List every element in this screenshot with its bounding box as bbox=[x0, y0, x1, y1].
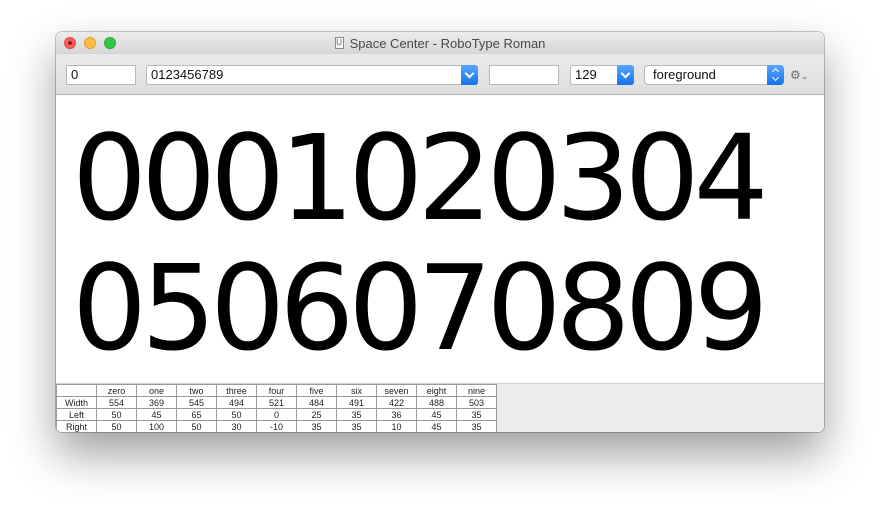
layer-popup-button[interactable] bbox=[767, 65, 784, 85]
metric-cell[interactable]: 100 bbox=[136, 420, 177, 432]
settings-menu[interactable]: ⚙⌄ bbox=[790, 66, 816, 84]
gear-icon: ⚙ bbox=[790, 68, 801, 82]
chevron-down-icon bbox=[464, 68, 475, 79]
space-center-window: U Space Center - RoboType Roman 0 012345… bbox=[56, 32, 824, 432]
size-combobox[interactable]: 129 bbox=[570, 65, 634, 85]
metrics-row-right: Right 50 100 50 30 -10 35 35 10 45 35 bbox=[56, 420, 497, 432]
size-dropdown-button[interactable] bbox=[617, 65, 634, 85]
metrics-table-area: zero one two three four five six seven e… bbox=[56, 383, 824, 432]
metrics-table: zero one two three four five six seven e… bbox=[56, 384, 497, 432]
metrics-row-left: Left 50 45 65 50 0 25 35 36 45 35 bbox=[56, 408, 497, 421]
chevron-down-icon bbox=[620, 68, 631, 79]
suffix-input[interactable] bbox=[489, 65, 559, 85]
metric-cell[interactable]: 45 bbox=[416, 408, 457, 421]
metric-cell[interactable]: 45 bbox=[136, 408, 177, 421]
metric-cell[interactable]: 10 bbox=[376, 420, 417, 432]
document-icon: U bbox=[334, 37, 344, 49]
metric-cell[interactable]: 521 bbox=[256, 396, 297, 409]
header-cell: four bbox=[256, 384, 297, 397]
window-title: Space Center - RoboType Roman bbox=[349, 35, 546, 51]
header-cell: eight bbox=[416, 384, 457, 397]
metric-cell[interactable]: 35 bbox=[296, 420, 337, 432]
metric-cell[interactable]: 494 bbox=[216, 396, 257, 409]
metric-cell[interactable]: 35 bbox=[336, 408, 377, 421]
text-combobox[interactable]: 0123456789 bbox=[146, 65, 478, 85]
window-title-wrap: U Space Center - RoboType Roman bbox=[56, 32, 824, 54]
metric-cell[interactable]: 554 bbox=[96, 396, 137, 409]
metric-cell[interactable]: 488 bbox=[416, 396, 457, 409]
metric-cell[interactable]: 45 bbox=[416, 420, 457, 432]
glyph-preview[interactable]: 0001020304 0506070809 bbox=[56, 95, 824, 383]
chevron-down-icon bbox=[771, 73, 780, 82]
preview-line-1: 0001020304 bbox=[72, 109, 769, 247]
header-cell: nine bbox=[456, 384, 497, 397]
metrics-header-row: zero one two three four five six seven e… bbox=[56, 384, 497, 397]
header-cell: five bbox=[296, 384, 337, 397]
metric-cell[interactable]: 36 bbox=[376, 408, 417, 421]
metric-cell[interactable]: 50 bbox=[216, 408, 257, 421]
metric-cell[interactable]: -10 bbox=[256, 420, 297, 432]
header-cell: seven bbox=[376, 384, 417, 397]
size-input[interactable]: 129 bbox=[575, 67, 597, 82]
header-cell: three bbox=[216, 384, 257, 397]
metric-cell[interactable]: 35 bbox=[336, 420, 377, 432]
metric-cell[interactable]: 25 bbox=[296, 408, 337, 421]
metric-cell[interactable]: 503 bbox=[456, 396, 497, 409]
metric-cell[interactable]: 35 bbox=[456, 408, 497, 421]
metric-cell[interactable]: 50 bbox=[96, 408, 137, 421]
metric-cell[interactable]: 65 bbox=[176, 408, 217, 421]
preview-line-2: 0506070809 bbox=[72, 239, 769, 377]
row-label: Left bbox=[56, 408, 97, 421]
header-cell bbox=[56, 384, 97, 397]
metric-cell[interactable]: 50 bbox=[176, 420, 217, 432]
metric-cell[interactable]: 545 bbox=[176, 396, 217, 409]
header-cell: zero bbox=[96, 384, 137, 397]
text-dropdown-button[interactable] bbox=[461, 65, 478, 85]
layer-value: foreground bbox=[653, 67, 716, 82]
metric-cell[interactable]: 30 bbox=[216, 420, 257, 432]
header-cell: two bbox=[176, 384, 217, 397]
metric-cell[interactable]: 484 bbox=[296, 396, 337, 409]
metric-cell[interactable]: 50 bbox=[96, 420, 137, 432]
metrics-row-width: Width 554 369 545 494 521 484 491 422 48… bbox=[56, 396, 497, 409]
metric-cell[interactable]: 491 bbox=[336, 396, 377, 409]
toolbar: 0 0123456789 129 foreground ⚙⌄ bbox=[56, 54, 824, 95]
metric-cell[interactable]: 35 bbox=[456, 420, 497, 432]
chevron-down-icon: ⌄ bbox=[800, 71, 809, 81]
header-cell: six bbox=[336, 384, 377, 397]
layer-popup[interactable]: foreground bbox=[644, 65, 784, 85]
prefix-input[interactable]: 0 bbox=[66, 65, 136, 85]
title-bar[interactable]: U Space Center - RoboType Roman bbox=[56, 32, 824, 54]
text-input[interactable]: 0123456789 bbox=[151, 67, 223, 82]
metric-cell[interactable]: 369 bbox=[136, 396, 177, 409]
metric-cell[interactable]: 422 bbox=[376, 396, 417, 409]
header-cell: one bbox=[136, 384, 177, 397]
row-label: Width bbox=[56, 396, 97, 409]
metric-cell[interactable]: 0 bbox=[256, 408, 297, 421]
row-label: Right bbox=[56, 420, 97, 432]
